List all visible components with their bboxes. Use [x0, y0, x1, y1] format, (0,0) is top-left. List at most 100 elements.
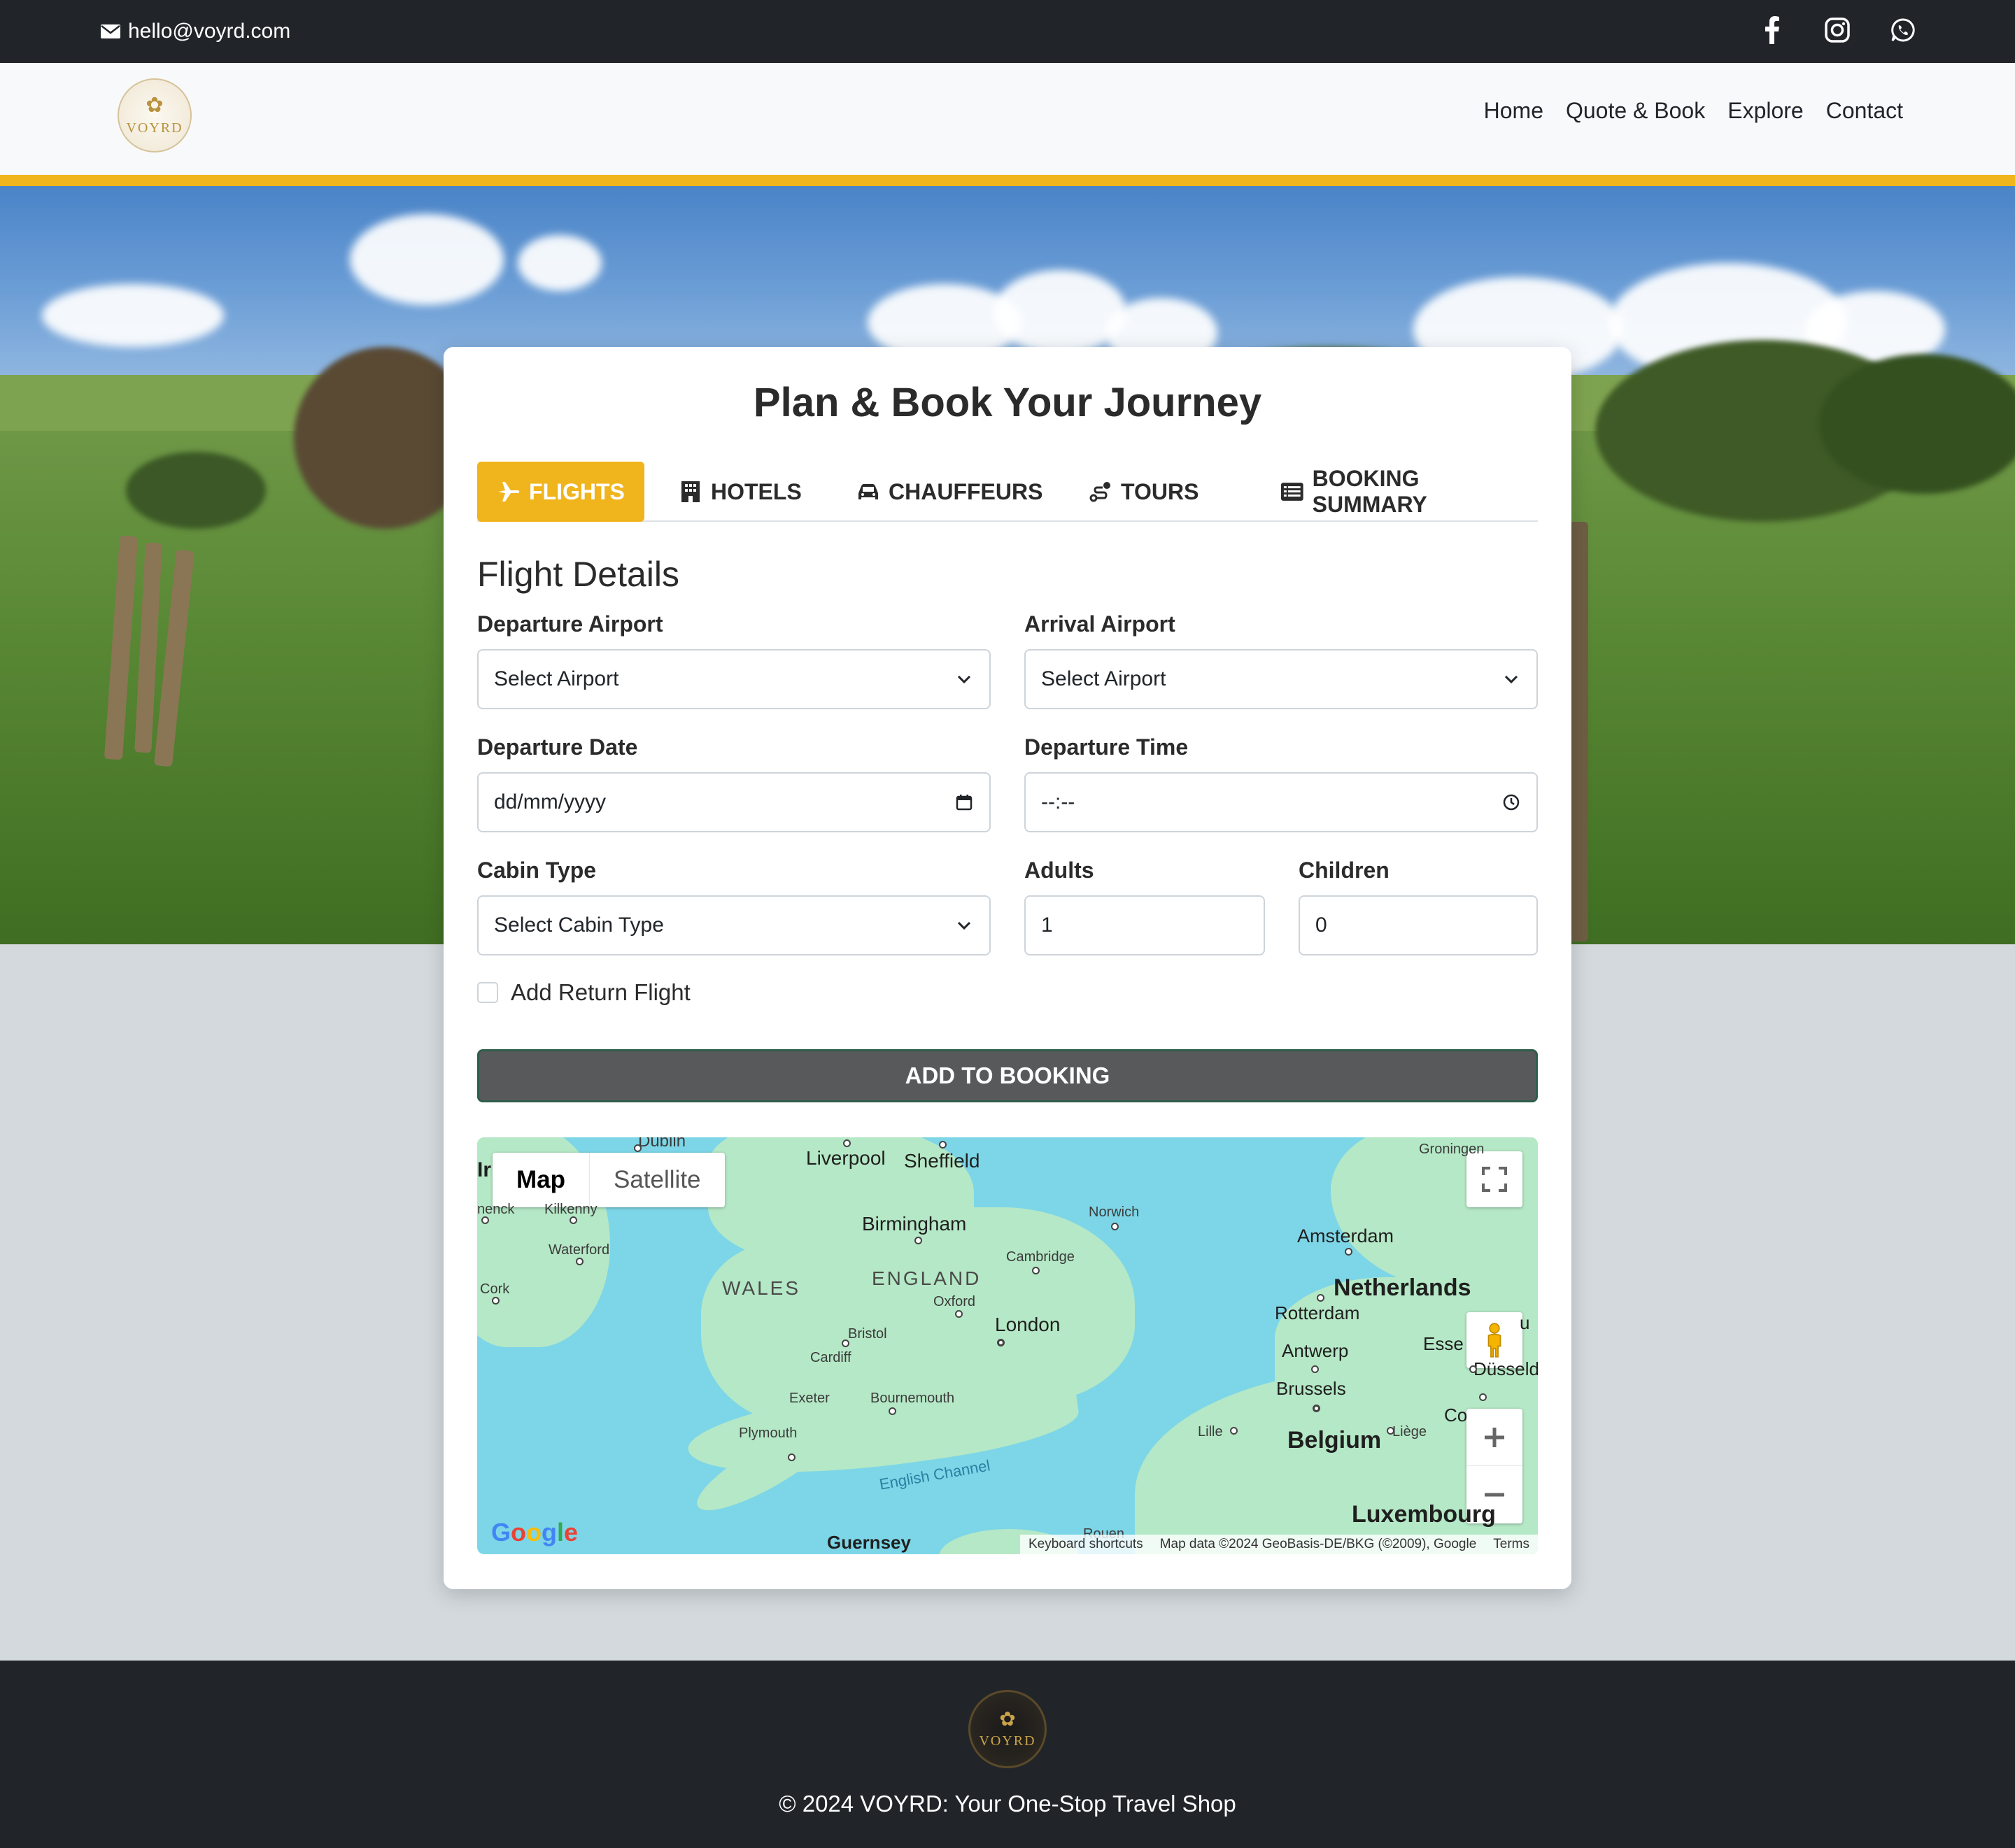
list-icon [1280, 483, 1303, 501]
map-label-antwerp: Antwerp [1282, 1340, 1349, 1361]
return-flight-checkbox[interactable] [477, 982, 498, 1003]
cabin-type-select[interactable]: Select Cabin Type [477, 895, 991, 955]
route-icon [1089, 482, 1110, 502]
email-text: hello@voyrd.com [128, 20, 291, 43]
tab-chauffeurs[interactable]: CHAUFFEURS [856, 462, 1042, 522]
tab-chauffeurs-label: CHAUFFEURS [889, 478, 1043, 504]
map-label-luxembourg: Luxembourg [1352, 1501, 1496, 1528]
accent-stripe [0, 175, 2015, 186]
whatsapp-icon[interactable] [1889, 14, 1917, 46]
tab-booking-summary-label: BOOKING SUMMARY [1312, 466, 1427, 517]
envelope-icon [101, 24, 120, 38]
map-label-rotterdam: Rotterdam [1275, 1302, 1360, 1323]
google-map[interactable]: Map Satellite Dublin Ir nenck Kilkenny W… [477, 1137, 1538, 1554]
facebook-icon[interactable] [1758, 14, 1786, 46]
tab-booking-summary[interactable]: BOOKING SUMMARY [1280, 462, 1538, 522]
map-label-norwich: Norwich [1089, 1204, 1140, 1220]
map-label-partial-right: u [1520, 1312, 1530, 1333]
map-label-exeter: Exeter [789, 1391, 830, 1406]
tab-hotels-label: HOTELS [711, 478, 802, 504]
section-title: Flight Details [477, 555, 679, 594]
map-label-sheffield: Sheffield [904, 1150, 980, 1172]
departure-date-value: dd/mm/yyyy [494, 790, 607, 813]
map-label-birmingham: Birmingham [862, 1213, 967, 1235]
map-label-cardiff: Cardiff [810, 1350, 851, 1365]
main-navbar: ✿ VOYRD Home Quote & Book Explore Contac… [0, 63, 2015, 175]
departure-time-value: --:-- [1041, 790, 1075, 813]
nav-link-home[interactable]: Home [1484, 98, 1543, 124]
arrival-airport-select[interactable]: Select Airport [1024, 649, 1538, 709]
departure-time-label: Departure Time [1024, 734, 1189, 760]
cabin-type-label: Cabin Type [477, 858, 597, 883]
map-label-dusseldorf: Düsseld [1473, 1358, 1538, 1379]
nav-links: Home Quote & Book Explore Contact [1484, 98, 1903, 124]
map-label-kilkenny: Kilkenny [544, 1202, 598, 1217]
chevron-down-icon [957, 675, 971, 684]
map-type-satellite-button[interactable]: Satellite [590, 1153, 725, 1207]
plus-icon [1485, 1427, 1504, 1447]
map-label-essen: Esse [1423, 1333, 1464, 1354]
terms-link[interactable]: Terms [1493, 1537, 1529, 1552]
social-links [1758, 14, 1917, 46]
children-value: 0 [1315, 914, 1327, 937]
footer-logo[interactable]: ✿ VOYRD [968, 1690, 1047, 1768]
fullscreen-button[interactable] [1466, 1151, 1522, 1207]
keyboard-shortcuts-link[interactable]: Keyboard shortcuts [1028, 1537, 1143, 1552]
tab-tours[interactable]: TOURS [1089, 462, 1199, 522]
instagram-icon[interactable] [1823, 14, 1851, 46]
map-label-ireland-partial: Ir [477, 1158, 492, 1181]
departure-date-input[interactable]: dd/mm/yyyy [477, 772, 991, 832]
flower-icon: ✿ [999, 1707, 1016, 1730]
map-label-co: Co [1444, 1405, 1468, 1426]
map-label-bournemouth: Bournemouth [870, 1391, 955, 1406]
map-label-bristol: Bristol [848, 1326, 887, 1342]
children-label: Children [1299, 858, 1390, 883]
departure-airport-select[interactable]: Select Airport [477, 649, 991, 709]
nav-link-explore[interactable]: Explore [1727, 98, 1804, 124]
chevron-down-icon [1504, 675, 1518, 684]
map-label-amsterdam: Amsterdam [1297, 1225, 1394, 1246]
map-label-waterford: Waterford [549, 1242, 610, 1258]
map-attribution: Keyboard shortcuts Map data ©2024 GeoBas… [1019, 1535, 1538, 1554]
return-flight-checkbox-row[interactable]: Add Return Flight [477, 979, 691, 1006]
nav-link-contact[interactable]: Contact [1826, 98, 1903, 124]
departure-date-label: Departure Date [477, 734, 638, 760]
departure-airport-label: Departure Airport [477, 611, 663, 637]
map-label-cambridge: Cambridge [1006, 1249, 1075, 1265]
email-link[interactable]: hello@voyrd.com [100, 15, 290, 48]
map-label-groningen: Groningen [1419, 1142, 1485, 1157]
tab-hotels[interactable]: HOTELS [679, 462, 802, 522]
return-flight-label: Add Return Flight [511, 979, 691, 1005]
page-title: Plan & Book Your Journey [753, 380, 1262, 425]
map-data-credit: Map data ©2024 GeoBasis-DE/BKG (©2009), … [1159, 1537, 1477, 1551]
nav-link-quote-book[interactable]: Quote & Book [1566, 98, 1705, 124]
add-to-booking-button[interactable]: ADD TO BOOKING [477, 1049, 1538, 1102]
map-label-guernsey: Guernsey [827, 1532, 911, 1553]
cabin-type-value: Select Cabin Type [494, 914, 664, 937]
booking-tabs: FLIGHTS HOTELS CHAUFFEURS TOURS BOOKING … [477, 462, 1538, 522]
map-label-liverpool: Liverpool [806, 1147, 886, 1169]
departure-time-input[interactable]: --:-- [1024, 772, 1538, 832]
adults-label: Adults [1024, 858, 1094, 883]
map-label-lille: Lille [1198, 1424, 1223, 1440]
arrival-airport-label: Arrival Airport [1024, 611, 1175, 637]
tab-tours-label: TOURS [1121, 478, 1199, 504]
chevron-down-icon [957, 921, 971, 930]
adults-value: 1 [1041, 914, 1053, 937]
map-label-belgium: Belgium [1287, 1427, 1382, 1453]
copyright-text: © 2024 VOYRD: Your One-Stop Travel Shop [779, 1791, 1236, 1817]
map-label-brussels: Brussels [1276, 1378, 1346, 1399]
calendar-icon[interactable] [954, 792, 974, 812]
clock-icon[interactable] [1501, 792, 1521, 812]
pegman-icon [1487, 1323, 1501, 1358]
map-type-map-button[interactable]: Map [493, 1153, 590, 1207]
adults-input[interactable]: 1 [1024, 895, 1265, 955]
tab-flights[interactable]: FLIGHTS [477, 462, 644, 522]
zoom-in-button[interactable] [1466, 1409, 1522, 1466]
children-input[interactable]: 0 [1299, 895, 1538, 955]
map-label-liege: Liège [1392, 1424, 1427, 1440]
map-label-netherlands: Netherlands [1334, 1274, 1471, 1301]
building-icon [681, 481, 700, 502]
logo[interactable]: ✿ VOYRD [118, 78, 192, 152]
google-logo[interactable]: Google [491, 1518, 578, 1547]
